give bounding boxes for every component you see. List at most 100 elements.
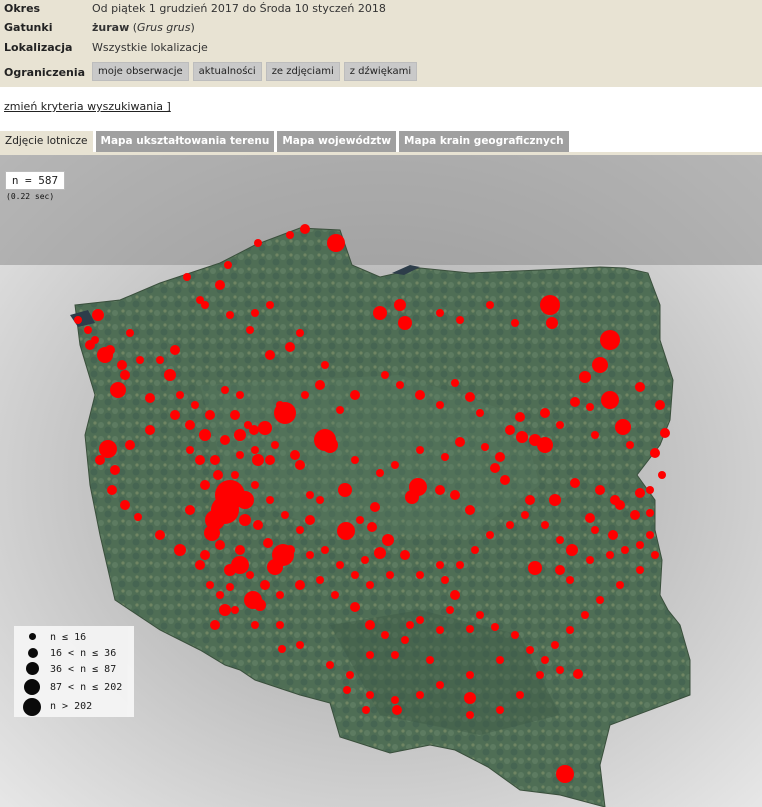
observation-marker [356, 516, 364, 524]
observation-marker [486, 531, 494, 539]
observation-marker [210, 455, 220, 465]
observation-marker [306, 551, 314, 559]
observation-marker [591, 526, 599, 534]
observation-marker [234, 429, 246, 441]
observation-marker [290, 450, 300, 460]
observation-marker [456, 316, 464, 324]
observation-marker [650, 448, 660, 458]
observation-marker [235, 545, 245, 555]
observation-marker [381, 371, 389, 379]
observation-marker [236, 451, 244, 459]
chip-with-photos[interactable]: ze zdjęciami [265, 62, 340, 81]
observation-marker [224, 564, 236, 576]
observation-marker [505, 425, 515, 435]
observation-marker [252, 454, 264, 466]
period-value: Od piątek 1 grudzień 2017 do Środa 10 st… [92, 2, 386, 15]
observation-marker [579, 371, 591, 383]
observation-marker [446, 606, 454, 614]
tab-geographic-regions-map[interactable]: Mapa krain geograficznych [399, 131, 569, 152]
observation-marker [528, 561, 542, 575]
observation-marker [451, 379, 459, 387]
legend-label: n > 202 [50, 700, 93, 712]
tab-voivodeship-map[interactable]: Mapa województw [277, 131, 397, 152]
observation-marker [586, 556, 594, 564]
baltic-sea [0, 155, 762, 265]
observation-marker [213, 470, 223, 480]
observation-marker [204, 525, 220, 541]
observation-marker [236, 491, 254, 509]
observation-marker [200, 480, 210, 490]
observation-marker [191, 401, 199, 409]
observation-marker [258, 421, 272, 435]
observation-marker [540, 408, 550, 418]
observation-marker [471, 546, 479, 554]
observation-marker [476, 409, 484, 417]
observation-marker [361, 556, 369, 564]
restriction-chips: moje obserwacje aktualności ze zdjęciami… [92, 62, 418, 81]
observation-marker [436, 626, 444, 634]
observation-marker [326, 661, 334, 669]
observation-marker [566, 626, 574, 634]
chip-my-observations[interactable]: moje obserwacje [92, 62, 189, 81]
observation-marker [251, 309, 259, 317]
observation-marker [615, 419, 631, 435]
observation-marker [450, 490, 460, 500]
observation-marker [301, 391, 309, 399]
observation-marker [615, 500, 625, 510]
observation-marker [265, 455, 275, 465]
chip-with-sounds[interactable]: z dźwiękami [343, 62, 418, 81]
observation-marker [230, 410, 240, 420]
observation-marker [244, 421, 252, 429]
observation-marker [263, 538, 273, 548]
observation-marker [366, 691, 374, 699]
observation-marker [350, 602, 360, 612]
legend-label: 87 < n ≤ 202 [50, 681, 123, 693]
search-criteria-panel: Okres Od piątek 1 grudzień 2017 do Środa… [0, 0, 762, 87]
observation-marker [216, 591, 224, 599]
observation-marker [525, 495, 535, 505]
observation-marker [205, 410, 215, 420]
observation-marker [464, 692, 476, 704]
observation-marker [549, 494, 561, 506]
map-viewport[interactable]: n = 587 (0.22 sec) n ≤ 16 16 < n ≤ 36 36… [0, 155, 762, 807]
observation-marker [210, 620, 220, 630]
observation-marker [555, 565, 565, 575]
observation-marker [486, 301, 494, 309]
observation-marker [185, 420, 195, 430]
observation-marker [391, 651, 399, 659]
period-label: Okres [4, 2, 41, 15]
observation-marker [236, 391, 244, 399]
location-label: Lokalizacja [4, 41, 73, 54]
observation-marker [322, 437, 338, 453]
observation-marker [224, 261, 232, 269]
chip-news[interactable]: aktualności [192, 62, 262, 81]
change-criteria-link[interactable]: zmień kryteria wyszukiwania ] [4, 100, 171, 113]
tab-aerial-photo[interactable]: Zdjęcie lotnicze [0, 131, 93, 152]
observation-marker [511, 319, 519, 327]
observation-marker [581, 611, 589, 619]
observation-marker [570, 478, 580, 488]
observation-marker [391, 696, 399, 704]
observation-marker [466, 625, 474, 633]
legend-label: 36 < n ≤ 87 [50, 663, 117, 675]
legend-row: 16 < n ≤ 36 [14, 645, 134, 661]
observation-marker [126, 329, 134, 337]
observation-marker [646, 509, 654, 517]
observation-marker [206, 581, 214, 589]
observation-marker [370, 502, 380, 512]
observation-marker [396, 381, 404, 389]
legend-dot-m [26, 662, 39, 675]
observation-marker [556, 421, 564, 429]
observation-marker [351, 456, 359, 464]
observation-marker [174, 544, 186, 556]
tab-terrain-map[interactable]: Mapa ukształtowania terenu [95, 131, 275, 152]
observation-marker [592, 357, 608, 373]
observation-marker [515, 412, 525, 422]
observation-marker [120, 500, 130, 510]
observation-marker [405, 490, 419, 504]
observation-marker [495, 452, 505, 462]
observation-marker [606, 551, 614, 559]
observation-marker [541, 656, 549, 664]
observation-marker [586, 403, 594, 411]
observation-marker [455, 437, 465, 447]
